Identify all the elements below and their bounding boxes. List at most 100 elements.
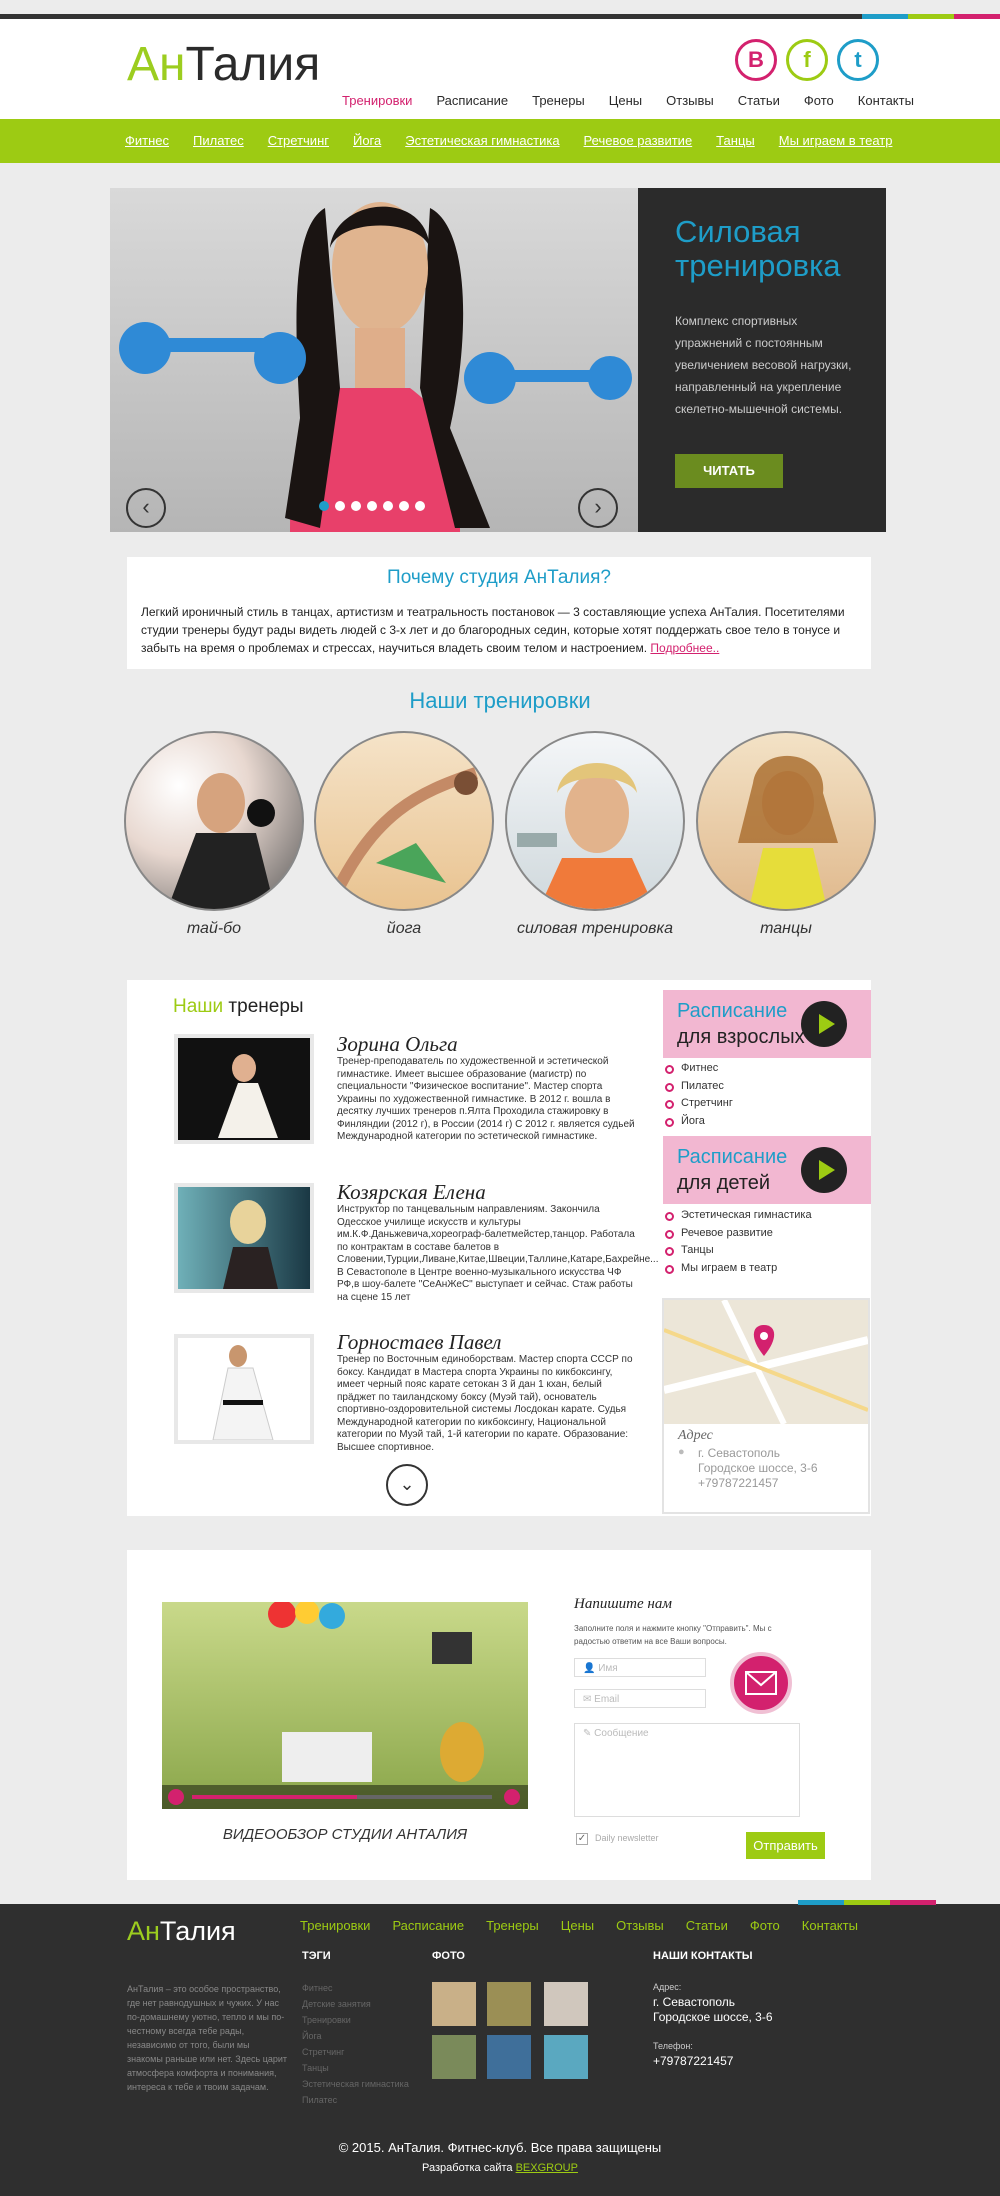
footer-nav: Тренировки Расписание Тренеры Цены Отзыв… (300, 1918, 858, 1933)
subnav-fitness[interactable]: Фитнес (125, 133, 169, 148)
slider-dots (319, 501, 425, 511)
schedule-item[interactable]: Йога (663, 1115, 733, 1133)
slider-dot[interactable] (383, 501, 393, 511)
footer-photo-thumb[interactable] (432, 1982, 476, 2026)
nav-item-photo[interactable]: Фото (804, 93, 834, 108)
footer-photo-thumb[interactable] (544, 1982, 588, 2026)
trainer-zorina-illustration (218, 1054, 278, 1138)
training-yoga-photo[interactable] (314, 731, 494, 911)
trainer-name-gornostaev: Горностаев Павел (337, 1330, 502, 1354)
submit-button[interactable]: Отправить (746, 1832, 825, 1859)
footer-nav-item[interactable]: Тренировки (300, 1918, 370, 1933)
tag-link[interactable]: Пилатес (302, 2092, 409, 2108)
nav-item-contacts[interactable]: Контакты (858, 93, 914, 108)
slider-next-button[interactable]: › (578, 488, 618, 528)
sub-nav-bar: Фитнес Пилатес Стретчинг Йога Эстетическ… (0, 119, 1000, 163)
email-field[interactable]: ✉ Email (574, 1689, 706, 1708)
tag-link[interactable]: Фитнес (302, 1980, 409, 1996)
play-icon[interactable] (801, 1001, 847, 1047)
training-label-tai-bo[interactable]: тай-бо (119, 920, 309, 938)
footer-photo-thumb[interactable] (487, 1982, 531, 2026)
nav-item-prices[interactable]: Цены (609, 93, 642, 108)
footer-photo-thumb[interactable] (487, 2035, 531, 2079)
schedule-item[interactable]: Фитнес (663, 1062, 733, 1080)
subnav-dance[interactable]: Танцы (716, 133, 755, 148)
training-label-dance[interactable]: танцы (691, 920, 881, 938)
video-progress-track[interactable] (192, 1795, 492, 1799)
nav-item-reviews[interactable]: Отзывы (666, 93, 714, 108)
tag-link[interactable]: Тренировки (302, 2012, 409, 2028)
play-icon[interactable] (801, 1147, 847, 1193)
hero-title: Силовая тренировка (675, 214, 841, 283)
training-label-strength[interactable]: силовая тренировка (500, 920, 690, 938)
footer-nav-item[interactable]: Фото (750, 1918, 780, 1933)
nav-item-trainers[interactable]: Тренеры (532, 93, 585, 108)
woman-with-dumbbells-illustration (119, 202, 632, 532)
developer-link[interactable]: BEXGROUP (516, 2162, 578, 2174)
slider-dot[interactable] (319, 501, 329, 511)
slider-dot[interactable] (351, 501, 361, 511)
schedule-item[interactable]: Стретчинг (663, 1097, 733, 1115)
subnav-stretching[interactable]: Стретчинг (268, 133, 329, 148)
subnav-yoga[interactable]: Йога (353, 133, 381, 148)
subnav-speech[interactable]: Речевое развитие (584, 133, 693, 148)
logo[interactable]: АнТалия (127, 37, 320, 92)
subnav-pilates[interactable]: Пилатес (193, 133, 244, 148)
schedule-item[interactable]: Речевое развитие (663, 1227, 812, 1245)
tag-link[interactable]: Йога (302, 2028, 409, 2044)
footer-logo[interactable]: АнТалия (127, 1916, 236, 1947)
video-volume-icon[interactable] (504, 1789, 520, 1805)
slider-dot[interactable] (399, 501, 409, 511)
schedule-kids-header[interactable]: Расписание для детей (663, 1136, 871, 1204)
training-label-yoga[interactable]: йога (309, 920, 499, 938)
schedule-item[interactable]: Танцы (663, 1244, 812, 1262)
read-button[interactable]: ЧИТАТЬ (675, 454, 783, 488)
schedule-item[interactable]: Эстетическая гимнастика (663, 1209, 812, 1227)
slider-dot[interactable] (335, 501, 345, 511)
name-field[interactable]: 👤 Имя (574, 1658, 706, 1677)
footer-nav-item[interactable]: Расписание (392, 1918, 464, 1933)
footer-nav-item[interactable]: Отзывы (616, 1918, 664, 1933)
message-field[interactable]: ✎ Сообщение (574, 1723, 800, 1817)
subnav-theatre[interactable]: Мы играем в театр (779, 133, 893, 148)
sub-nav: Фитнес Пилатес Стретчинг Йога Эстетическ… (125, 133, 892, 148)
tag-link[interactable]: Стретчинг (302, 2044, 409, 2060)
facebook-icon[interactable]: f (786, 39, 828, 81)
footer-nav-item[interactable]: Цены (561, 1918, 594, 1933)
footer-photo-thumb[interactable] (544, 2035, 588, 2079)
training-strength-photo[interactable] (505, 731, 685, 911)
tag-link[interactable]: Танцы (302, 2060, 409, 2076)
map[interactable] (663, 1298, 869, 1426)
slider-prev-button[interactable]: ‹ (126, 488, 166, 528)
trainer-photo-kozyarskaya (174, 1183, 314, 1293)
vk-icon[interactable]: B (735, 39, 777, 81)
footer-nav-item[interactable]: Тренеры (486, 1918, 539, 1933)
newsletter-checkbox[interactable]: ✓ (576, 1833, 588, 1845)
dance-illustration (738, 755, 838, 909)
trainer-photo-zorina (174, 1034, 314, 1144)
slider-dot[interactable] (415, 501, 425, 511)
video-caption: ВИДЕООБЗОР СТУДИИ АНТАЛИЯ (222, 1826, 468, 1843)
nav-item-trainings[interactable]: Тренировки (342, 93, 412, 108)
nav-item-schedule[interactable]: Расписание (436, 93, 508, 108)
schedule-item[interactable]: Мы играем в театр (663, 1262, 812, 1280)
tag-link[interactable]: Детские занятия (302, 1996, 409, 2012)
nav-item-articles[interactable]: Статьи (738, 93, 780, 108)
footer-nav-item[interactable]: Статьи (686, 1918, 728, 1933)
video-player[interactable] (162, 1600, 528, 1809)
twitter-icon[interactable]: t (837, 39, 879, 81)
trainers-title: Наши тренеры (173, 996, 304, 1017)
schedule-adults-header[interactable]: Расписание для взрослых (663, 990, 871, 1058)
read-more-link[interactable]: Подробнее.. (650, 641, 719, 655)
subnav-aesthetic[interactable]: Эстетическая гимнастика (405, 133, 559, 148)
more-trainers-chevron-down-icon[interactable]: ⌄ (386, 1464, 428, 1506)
footer-nav-item[interactable]: Контакты (802, 1918, 858, 1933)
tag-link[interactable]: Эстетическая гимнастика (302, 2076, 409, 2092)
training-dance-photo[interactable] (696, 731, 876, 911)
video-play-icon[interactable] (168, 1789, 184, 1805)
training-tai-bo-photo[interactable] (124, 731, 304, 911)
slider-dot[interactable] (367, 501, 377, 511)
schedule-item[interactable]: Пилатес (663, 1080, 733, 1098)
footer-photo-thumb[interactable] (432, 2035, 476, 2079)
developer-credit: Разработка сайта BEXGROUP (422, 2162, 578, 2174)
